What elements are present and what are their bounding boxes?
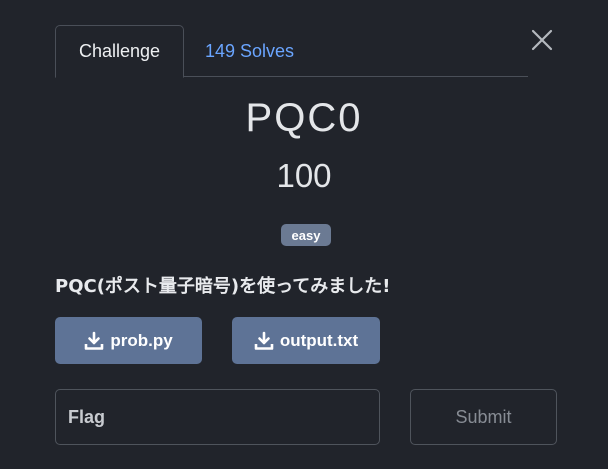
download-prob-label: prob.py bbox=[110, 330, 173, 350]
flag-input[interactable] bbox=[55, 389, 380, 445]
tab-bar: Challenge 149 Solves bbox=[55, 25, 528, 78]
close-icon bbox=[531, 29, 553, 51]
challenge-points: 100 bbox=[276, 157, 332, 194]
tab-challenge[interactable]: Challenge bbox=[55, 25, 184, 78]
close-button[interactable] bbox=[529, 27, 555, 53]
challenge-modal: Challenge 149 Solves PQC0 100 easy PQC(ポ… bbox=[0, 0, 608, 469]
submit-button[interactable]: Submit bbox=[410, 389, 557, 445]
challenge-title: PQC0 bbox=[245, 96, 363, 140]
challenge-description: PQC(ポスト量子暗号)を使ってみました! bbox=[55, 276, 391, 297]
difficulty-badge: easy bbox=[281, 224, 331, 246]
tab-solves-label: 149 Solves bbox=[205, 40, 295, 61]
download-icon bbox=[85, 331, 104, 350]
download-output-button[interactable]: output.txt bbox=[232, 317, 380, 364]
download-output-label: output.txt bbox=[279, 330, 359, 350]
tab-challenge-label: Challenge bbox=[78, 41, 161, 61]
download-icon bbox=[254, 331, 274, 350]
download-prob-button[interactable]: prob.py bbox=[55, 317, 202, 364]
tab-solves[interactable]: 149 Solves bbox=[205, 25, 294, 77]
